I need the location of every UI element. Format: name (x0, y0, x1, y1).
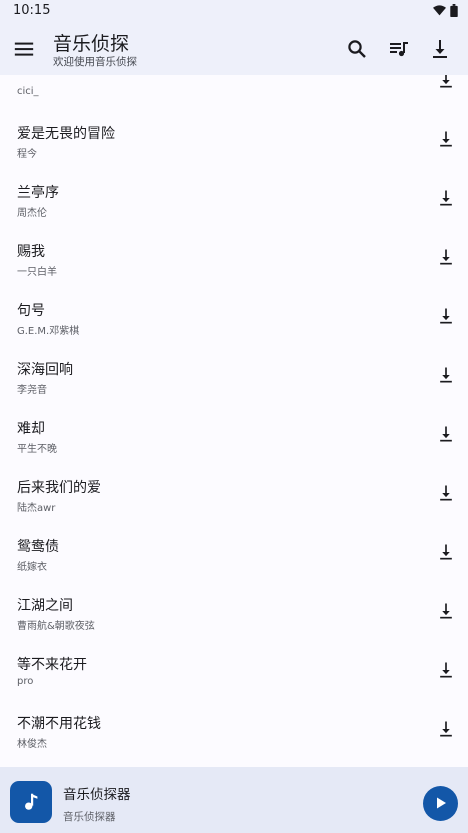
song-title: 兰亭序 (17, 185, 59, 201)
song-list: cici_ 爱是无畏的冒险 程今 兰亭序 周杰伦 赐我 一只白羊 句号 G.E.… (0, 75, 468, 767)
song-artist: 程今 (17, 149, 37, 160)
download-icon[interactable] (428, 37, 452, 61)
list-item[interactable]: 不潮不用花钱 林俊杰 (0, 706, 468, 765)
download-icon[interactable] (436, 75, 456, 90)
player-title: 音乐侦探器 (63, 787, 131, 803)
status-icons (433, 4, 458, 17)
song-title: 等不来花开 (17, 657, 87, 673)
list-item[interactable]: 爱是无畏的冒险 程今 (0, 116, 468, 175)
song-artist: 周杰伦 (17, 208, 47, 219)
play-button[interactable] (423, 786, 458, 821)
list-item[interactable]: 难却 平生不晚 (0, 411, 468, 470)
list-item[interactable]: cici_ (0, 75, 468, 116)
music-note-icon (25, 793, 38, 810)
menu-icon[interactable] (13, 38, 35, 60)
list-item[interactable]: 鸳鸯债 纸嫁衣 (0, 529, 468, 588)
status-bar: 10:15 (0, 0, 468, 22)
download-icon[interactable] (436, 660, 456, 680)
list-item[interactable]: 后来我们的爱 陆杰awr (0, 470, 468, 529)
mini-player[interactable]: 音乐侦探器 音乐侦探器 (0, 767, 468, 833)
song-artist: 平生不晚 (17, 444, 57, 455)
list-item[interactable]: 句号 G.E.M.邓紫棋 (0, 293, 468, 352)
song-title: 句号 (17, 303, 45, 319)
list-item[interactable]: 兰亭序 周杰伦 (0, 175, 468, 234)
list-item[interactable]: 赐我 一只白羊 (0, 234, 468, 293)
download-icon[interactable] (436, 483, 456, 503)
top-app-bar: 音乐侦探 欢迎使用音乐侦探 (0, 22, 468, 75)
download-icon[interactable] (436, 247, 456, 267)
list-item[interactable]: 江湖之间 曹雨航&朝歌夜弦 (0, 588, 468, 647)
song-artist: 曹雨航&朝歌夜弦 (17, 621, 95, 632)
song-title: 鸳鸯债 (17, 539, 59, 555)
song-artist: 林俊杰 (17, 739, 47, 750)
play-icon (437, 797, 446, 809)
download-icon[interactable] (436, 306, 456, 326)
song-title: 不潮不用花钱 (17, 716, 101, 732)
download-icon[interactable] (436, 542, 456, 562)
download-icon[interactable] (436, 424, 456, 444)
list-item[interactable]: 深海回响 李尧音 (0, 352, 468, 411)
song-artist: cici_ (17, 86, 39, 97)
song-artist: 李尧音 (17, 385, 47, 396)
download-icon[interactable] (436, 365, 456, 385)
song-artist: 纸嫁衣 (17, 562, 47, 573)
album-art (10, 781, 52, 823)
battery-icon (450, 4, 458, 17)
list-item[interactable]: 等不来花开 pro (0, 647, 468, 706)
download-icon[interactable] (436, 601, 456, 621)
status-time: 10:15 (13, 3, 51, 18)
song-artist: 陆杰awr (17, 503, 56, 514)
song-title: 赐我 (17, 244, 45, 260)
song-artist: 一只白羊 (17, 267, 57, 278)
song-artist: pro (17, 676, 34, 687)
wifi-icon (433, 5, 446, 16)
download-icon[interactable] (436, 129, 456, 149)
app-subtitle: 欢迎使用音乐侦探 (53, 56, 137, 68)
queue-music-icon[interactable] (387, 37, 411, 61)
download-icon[interactable] (436, 719, 456, 739)
song-title: 难却 (17, 421, 45, 437)
song-title: 爱是无畏的冒险 (17, 126, 115, 142)
song-artist: G.E.M.邓紫棋 (17, 326, 80, 337)
song-title: 深海回响 (17, 362, 73, 378)
song-title: 后来我们的爱 (17, 480, 101, 496)
player-subtitle: 音乐侦探器 (63, 811, 116, 823)
search-icon[interactable] (345, 37, 369, 61)
song-title: 江湖之间 (17, 598, 73, 614)
download-icon[interactable] (436, 188, 456, 208)
app-title: 音乐侦探 (53, 33, 130, 55)
